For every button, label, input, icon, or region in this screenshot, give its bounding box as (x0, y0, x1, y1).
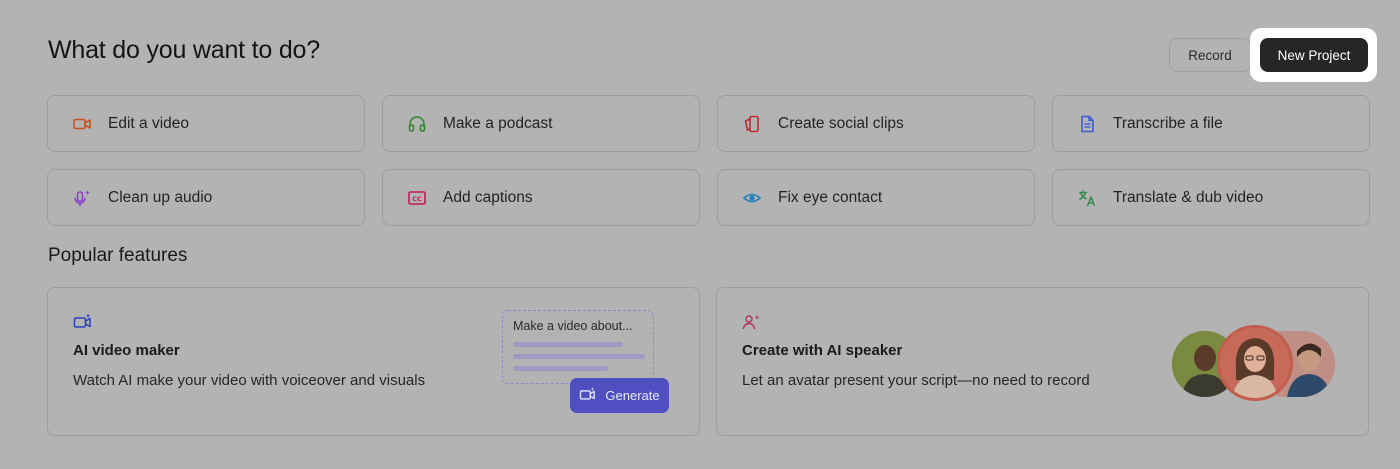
prompt-line (513, 366, 608, 371)
card-title: AI video maker (73, 342, 180, 359)
clean-up-audio-card[interactable]: Clean up audio (47, 169, 365, 226)
make-podcast-card[interactable]: Make a podcast (382, 95, 700, 152)
prompt-preview: Make a video about... (502, 310, 654, 384)
card-description: Watch AI make your video with voiceover … (73, 372, 426, 389)
add-captions-card[interactable]: CC Add captions (382, 169, 700, 226)
popular-features-title: Popular features (48, 245, 188, 266)
transcribe-file-card[interactable]: Transcribe a file (1052, 95, 1370, 152)
avatar-presenter-2 (1217, 325, 1293, 401)
ai-speaker-icon (742, 313, 762, 331)
action-label: Fix eye contact (778, 188, 883, 206)
prompt-placeholder: Make a video about... (513, 319, 633, 333)
headphones-icon (407, 114, 427, 134)
record-button[interactable]: Record (1169, 38, 1251, 72)
svg-text:CC: CC (412, 195, 422, 203)
action-label: Transcribe a file (1113, 114, 1223, 132)
action-label: Clean up audio (108, 188, 213, 206)
ai-video-icon (579, 386, 597, 405)
action-label: Translate & dub video (1113, 188, 1264, 206)
generate-button[interactable]: Generate (570, 378, 669, 413)
social-clips-icon (742, 114, 762, 134)
edit-video-card[interactable]: Edit a video (47, 95, 365, 152)
translate-icon (1077, 188, 1097, 208)
ai-video-icon (73, 313, 93, 331)
action-label: Add captions (443, 188, 533, 206)
translate-dub-card[interactable]: Translate & dub video (1052, 169, 1370, 226)
quick-actions-grid: Edit a video Make a podcast Create socia… (47, 95, 1370, 226)
ai-speaker-card[interactable]: Create with AI speaker Let an avatar pre… (716, 287, 1369, 436)
page-title: What do you want to do? (48, 36, 320, 64)
create-social-clips-card[interactable]: Create social clips (717, 95, 1035, 152)
microphone-sparkle-icon (72, 188, 92, 208)
action-label: Make a podcast (443, 114, 553, 132)
captions-icon: CC (407, 188, 427, 208)
action-label: Create social clips (778, 114, 904, 132)
new-project-button[interactable]: New Project (1260, 38, 1368, 72)
video-camera-icon (72, 114, 92, 134)
fix-eye-contact-card[interactable]: Fix eye contact (717, 169, 1035, 226)
card-title: Create with AI speaker (742, 342, 903, 359)
eye-icon (742, 188, 762, 208)
document-icon (1077, 114, 1097, 134)
generate-label: Generate (605, 388, 660, 403)
prompt-line (513, 354, 645, 359)
prompt-line (513, 342, 623, 347)
ai-video-maker-card[interactable]: AI video maker Watch AI make your video … (47, 287, 700, 436)
card-description: Let an avatar present your script—no nee… (742, 372, 1090, 389)
action-label: Edit a video (108, 114, 189, 132)
